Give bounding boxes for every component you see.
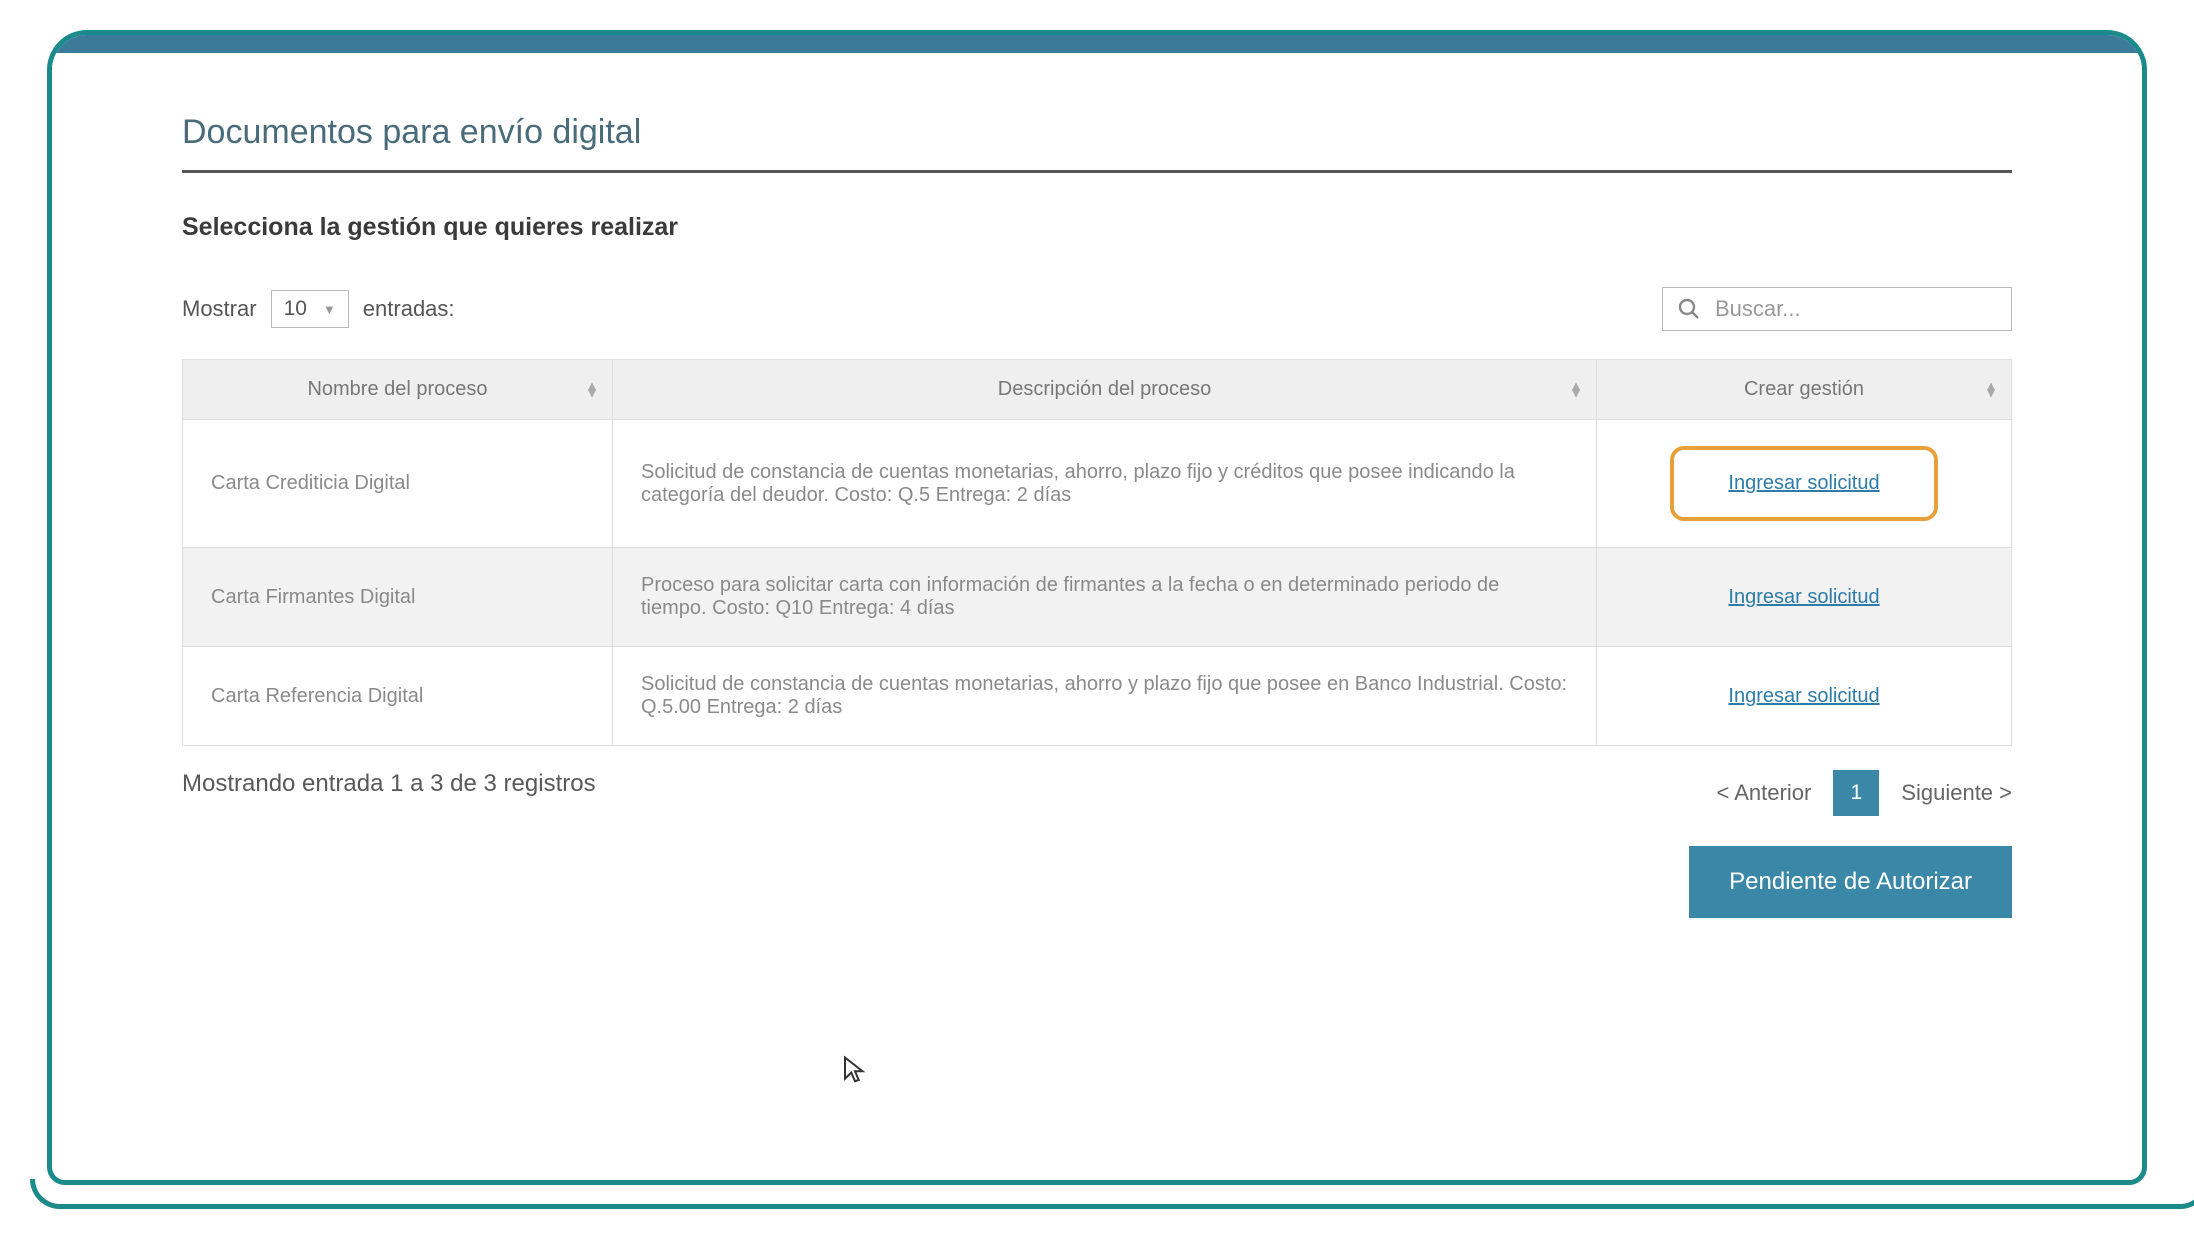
- chevron-down-icon: ▼: [323, 302, 336, 317]
- sort-icon: ▲▼: [1984, 382, 1997, 397]
- entries-selector-group: Mostrar 10 ▼ entradas:: [182, 290, 455, 328]
- pagination-and-actions: < Anterior 1 Siguiente > Pendiente de Au…: [1689, 770, 2012, 918]
- search-input[interactable]: [1715, 296, 1997, 322]
- highlight-callout: Ingresar solicitud: [1670, 446, 1937, 521]
- page-subtitle: Selecciona la gestión que quieres realiz…: [182, 213, 2012, 242]
- window-top-bar: [52, 35, 2142, 53]
- laptop-screen-frame: Documentos para envío digital Selecciona…: [47, 30, 2147, 1185]
- col-header-name[interactable]: Nombre del proceso ▲▼: [183, 360, 613, 420]
- show-label: Mostrar: [182, 296, 257, 322]
- table-row: Carta Firmantes Digital Proceso para sol…: [183, 548, 2012, 647]
- col-header-action-text: Crear gestión: [1744, 378, 1864, 400]
- entries-label: entradas:: [363, 296, 455, 322]
- cell-process-name: Carta Crediticia Digital: [183, 420, 613, 548]
- entries-select[interactable]: 10 ▼: [271, 290, 349, 328]
- records-info: Mostrando entrada 1 a 3 de 3 registros: [182, 770, 596, 798]
- search-box[interactable]: [1662, 287, 2012, 331]
- page-number-current[interactable]: 1: [1833, 770, 1879, 816]
- page-title: Documentos para envío digital: [182, 113, 2012, 173]
- table-row: Carta Crediticia Digital Solicitud de co…: [183, 420, 2012, 548]
- pagination: < Anterior 1 Siguiente >: [1717, 770, 2012, 816]
- table-body: Carta Crediticia Digital Solicitud de co…: [183, 420, 2012, 746]
- sort-icon: ▲▼: [1569, 382, 1582, 397]
- col-header-action[interactable]: Crear gestión ▲▼: [1597, 360, 2012, 420]
- col-header-desc-text: Descripción del proceso: [998, 378, 1211, 400]
- col-header-desc[interactable]: Descripción del proceso ▲▼: [613, 360, 1597, 420]
- cell-process-desc: Solicitud de constancia de cuentas monet…: [613, 420, 1597, 548]
- processes-table: Nombre del proceso ▲▼ Descripción del pr…: [182, 359, 2012, 746]
- next-page-link[interactable]: Siguiente >: [1901, 780, 2012, 806]
- cell-process-desc: Solicitud de constancia de cuentas monet…: [613, 647, 1597, 746]
- search-icon: [1677, 297, 1701, 321]
- sort-icon: ▲▼: [585, 382, 598, 397]
- ingresar-solicitud-link[interactable]: Ingresar solicitud: [1728, 586, 1879, 608]
- pending-authorize-button[interactable]: Pendiente de Autorizar: [1689, 846, 2012, 918]
- table-footer: Mostrando entrada 1 a 3 de 3 registros <…: [182, 770, 2012, 918]
- ingresar-solicitud-link[interactable]: Ingresar solicitud: [1728, 685, 1879, 707]
- cell-process-action: Ingresar solicitud: [1597, 420, 2012, 548]
- cell-process-action: Ingresar solicitud: [1597, 647, 2012, 746]
- main-content: Documentos para envío digital Selecciona…: [52, 53, 2142, 948]
- cell-process-name: Carta Firmantes Digital: [183, 548, 613, 647]
- cell-process-action: Ingresar solicitud: [1597, 548, 2012, 647]
- table-controls: Mostrar 10 ▼ entradas:: [182, 287, 2012, 331]
- entries-select-value: 10: [284, 297, 307, 321]
- cell-process-name: Carta Referencia Digital: [183, 647, 613, 746]
- table-row: Carta Referencia Digital Solicitud de co…: [183, 647, 2012, 746]
- ingresar-solicitud-link[interactable]: Ingresar solicitud: [1728, 472, 1879, 494]
- prev-page-link[interactable]: < Anterior: [1717, 780, 1812, 806]
- cell-process-desc: Proceso para solicitar carta con informa…: [613, 548, 1597, 647]
- cursor-icon: [842, 1055, 868, 1090]
- col-header-name-text: Nombre del proceso: [307, 378, 487, 400]
